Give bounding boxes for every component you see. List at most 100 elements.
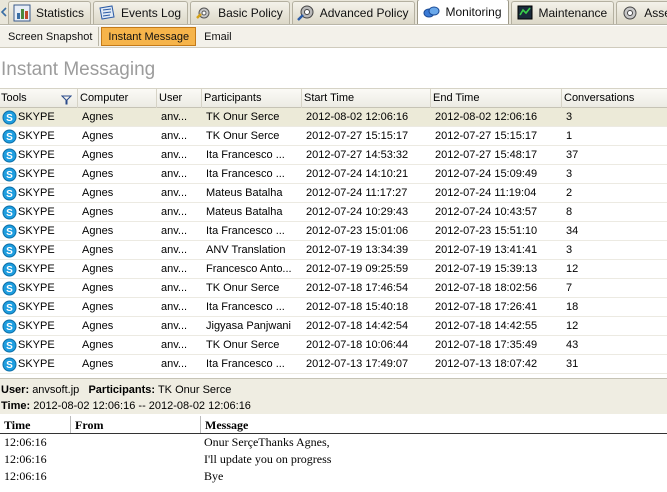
participants-cell: Ita Francesco ... — [206, 149, 285, 161]
tab-statistics[interactable]: Statistics — [8, 1, 92, 24]
table-row[interactable]: S SKYPE Agnes anv... Ita Francesco ... 2012-0… — [0, 222, 667, 241]
tab-basic-policy[interactable]: Basic Policy — [190, 1, 290, 24]
tool-cell: S SKYPE — [0, 127, 78, 146]
user-cell: anv... — [161, 206, 188, 218]
user-label: User: — [1, 384, 30, 396]
tab-asset[interactable]: Asset — [616, 1, 667, 24]
table-row[interactable]: S SKYPE Agnes anv... Ita Francesco ... 2012-0… — [0, 146, 667, 165]
end-time-cell: 2012-07-27 15:48:17 — [435, 149, 538, 161]
tab-label: Events Log — [121, 6, 182, 20]
conversations-cell: 43 — [566, 339, 579, 351]
participants-cell: TK Onur Serce — [206, 111, 280, 123]
table-row[interactable]: S SKYPE Agnes anv... Jigyasa Panjwani 2012-07… — [0, 317, 667, 336]
column-header-start-time[interactable]: Start Time — [302, 89, 431, 108]
end-time-cell: 2012-07-19 15:39:13 — [435, 263, 538, 275]
conversations-cell: 18 — [566, 301, 579, 313]
end-time-cell: 2012-07-18 17:26:41 — [435, 301, 538, 313]
tool-cell: S SKYPE — [0, 241, 78, 260]
tab-monitoring[interactable]: Monitoring — [417, 0, 509, 24]
tool-cell: S SKYPE — [0, 279, 78, 298]
table-row[interactable]: S SKYPE Agnes anv... ANV Translation 2012-07-… — [0, 241, 667, 260]
skype-icon: S — [1, 262, 17, 278]
transcript-header-from: From — [70, 416, 200, 433]
end-time-cell: 2012-07-13 18:07:42 — [435, 358, 538, 370]
conversations-cell: 12 — [566, 320, 579, 332]
participants-cell: TK Onur Serce — [206, 339, 280, 351]
filter-icon[interactable] — [60, 93, 73, 108]
column-header-user[interactable]: User — [157, 89, 202, 108]
svg-text:S: S — [6, 303, 13, 314]
table-row[interactable]: S SKYPE Agnes anv... TK Onur Serce 2012-08-02… — [0, 108, 667, 127]
svg-text:S: S — [6, 360, 13, 371]
transcript-row: 12:06:16 Onur SerçeThanks Agnes, — [0, 434, 667, 451]
message-transcript: Time From Message 12:06:16 Onur SerçeThan… — [0, 416, 667, 492]
message-time: 12:06:16 — [4, 469, 47, 483]
tab-label: Advanced Policy — [319, 6, 409, 20]
start-time-cell: 2012-08-02 12:06:16 — [306, 111, 409, 123]
table-row[interactable]: S SKYPE Agnes anv... TK Onur Serce 2012-07-18… — [0, 336, 667, 355]
conversations-cell: 3 — [566, 111, 573, 123]
end-time-cell: 2012-07-18 18:02:56 — [435, 282, 538, 294]
tab-events-log[interactable]: Events Log — [93, 1, 189, 24]
table-row[interactable]: S SKYPE Agnes anv... Ita Francesco ... 2012-0… — [0, 355, 667, 374]
user-cell: anv... — [161, 111, 188, 123]
column-header-conversations[interactable]: Conversations — [562, 89, 667, 108]
conversations-cell: 8 — [566, 206, 573, 218]
skype-icon: S — [1, 281, 17, 297]
table-row[interactable]: S SKYPE Agnes anv... Mateus Batalha 2012-07-2… — [0, 203, 667, 222]
end-time-cell: 2012-07-19 13:41:41 — [435, 244, 538, 256]
table-body: S SKYPE Agnes anv... TK Onur Serce 2012-08-02… — [0, 108, 667, 374]
computer-cell: Agnes — [82, 206, 114, 218]
skype-icon: S — [1, 357, 17, 373]
tab-label: Monitoring — [445, 5, 502, 19]
conversations-cell: 1 — [566, 130, 573, 142]
scroll-left-icon[interactable] — [0, 0, 8, 24]
tool-cell: S SKYPE — [0, 260, 78, 279]
tool-name: SKYPE — [18, 149, 55, 161]
svg-text:S: S — [6, 284, 13, 295]
start-time-cell: 2012-07-19 09:25:59 — [306, 263, 409, 275]
column-header-computer[interactable]: Computer — [78, 89, 157, 108]
participants-cell: Jigyasa Panjwani — [206, 320, 291, 332]
tab-maintenance[interactable]: Maintenance — [510, 1, 615, 24]
user-cell: anv... — [161, 168, 188, 180]
computer-cell: Agnes — [82, 111, 114, 123]
computer-cell: Agnes — [82, 168, 114, 180]
table-row[interactable]: S SKYPE Agnes anv... TK Onur Serce 2012-07-27… — [0, 127, 667, 146]
column-header-tools[interactable]: Tools — [0, 89, 78, 108]
skype-icon: S — [1, 205, 17, 221]
table-row[interactable]: S SKYPE Agnes anv... TK Onur Serce 2012-07-18… — [0, 279, 667, 298]
time-value: 2012-08-02 12:06:16 -- 2012-08-02 12:06:… — [33, 400, 251, 412]
tool-name: SKYPE — [18, 339, 55, 351]
column-header-end-time[interactable]: End Time — [431, 89, 562, 108]
user-cell: anv... — [161, 339, 188, 351]
svg-text:S: S — [6, 341, 13, 352]
skype-icon: S — [1, 243, 17, 259]
table-row[interactable]: S SKYPE Agnes anv... Ita Francesco ... 2012-0… — [0, 165, 667, 184]
user-cell: anv... — [161, 130, 188, 142]
svg-text:S: S — [6, 170, 13, 181]
computer-cell: Agnes — [82, 282, 114, 294]
table-header: Tools Computer User Participants Start T… — [0, 89, 667, 108]
participants-label: Participants: — [88, 384, 156, 396]
table-row[interactable]: S SKYPE Agnes anv... Ita Francesco ... 2012-0… — [0, 298, 667, 317]
computer-cell: Agnes — [82, 320, 114, 332]
subtab-email[interactable]: Email — [198, 27, 238, 46]
skype-icon: S — [1, 224, 17, 240]
skype-icon: S — [1, 129, 17, 145]
tool-name: SKYPE — [18, 358, 55, 370]
column-header-participants[interactable]: Participants — [202, 89, 302, 108]
subtab-screen-snapshot[interactable]: Screen Snapshot — [2, 27, 100, 46]
monitoring-subtab-bar: Screen Snapshot Instant Message Email — [0, 26, 667, 48]
tab-advanced-policy[interactable]: Advanced Policy — [291, 1, 416, 24]
user-cell: anv... — [161, 225, 188, 237]
conversations-cell: 2 — [566, 187, 573, 199]
table-row[interactable]: S SKYPE Agnes anv... Mateus Batalha 2012-07-2… — [0, 184, 667, 203]
tool-name: SKYPE — [18, 263, 55, 275]
subtab-instant-message[interactable]: Instant Message — [101, 27, 197, 46]
svg-text:S: S — [6, 189, 13, 200]
tool-name: SKYPE — [18, 244, 55, 256]
conversations-cell: 12 — [566, 263, 579, 275]
table-row[interactable]: S SKYPE Agnes anv... Francesco Anto... 2012-0… — [0, 260, 667, 279]
conversations-cell: 37 — [566, 149, 579, 161]
